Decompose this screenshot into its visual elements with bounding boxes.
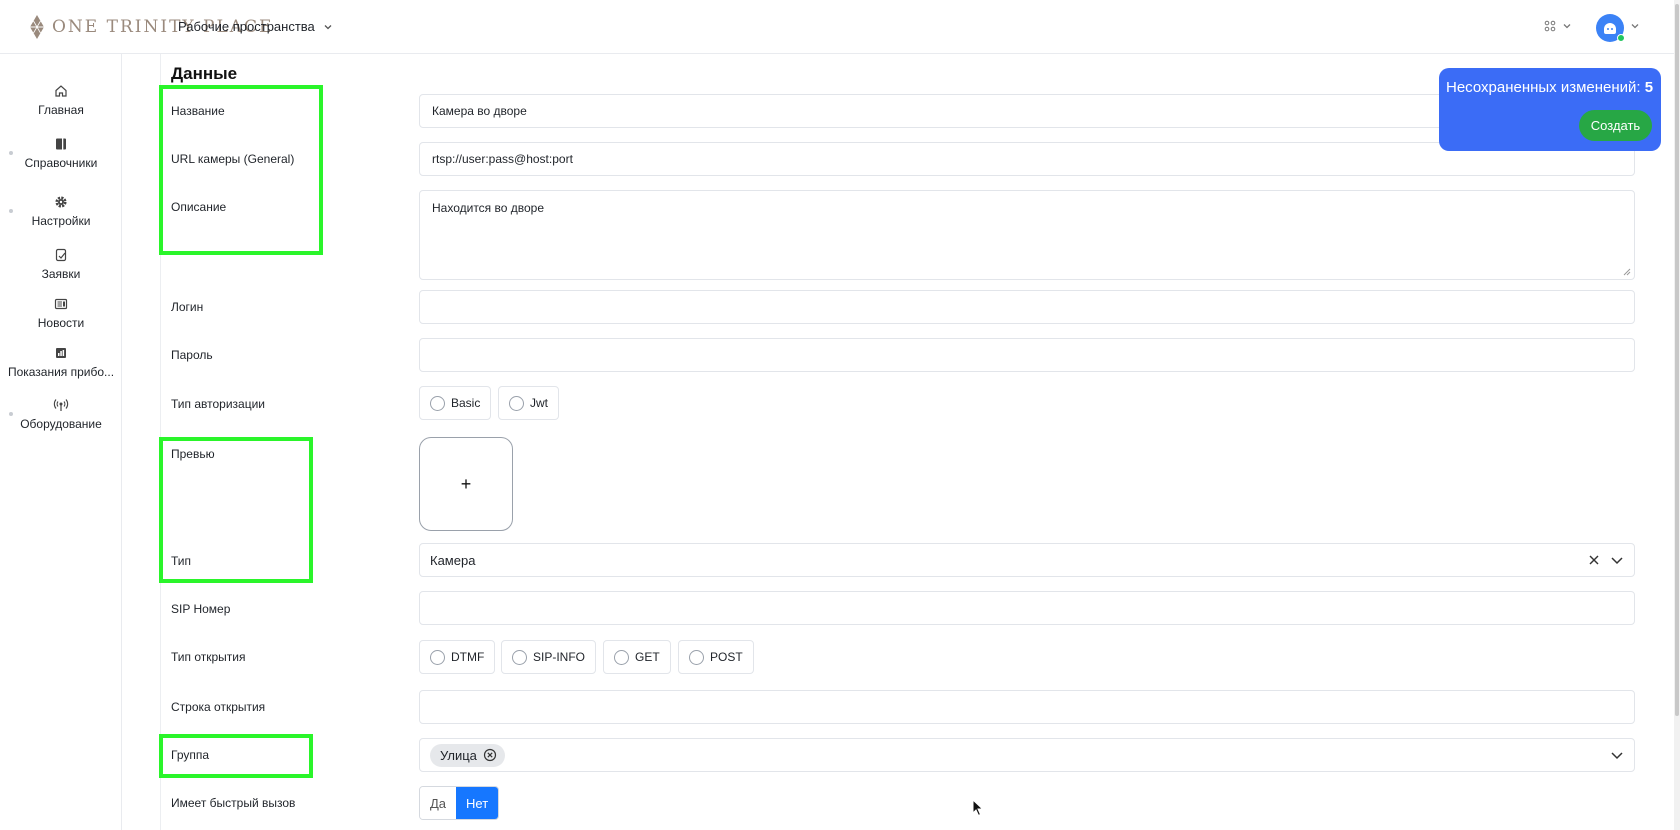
chevron-down-icon bbox=[324, 24, 332, 29]
open-option-post[interactable]: POST bbox=[678, 640, 754, 674]
login-field[interactable] bbox=[419, 290, 1635, 324]
sidebar-item-requests[interactable]: Заявки bbox=[0, 248, 122, 281]
unsaved-changes-text: Несохраненных изменений: 5 bbox=[1446, 79, 1653, 96]
sidebar-item-label: Новости bbox=[37, 316, 85, 330]
request-icon bbox=[55, 248, 67, 262]
description-label: Описание bbox=[171, 200, 227, 214]
antenna-icon bbox=[53, 399, 69, 411]
open-string-field[interactable] bbox=[419, 690, 1635, 724]
sidebar-item-label: Справочники bbox=[24, 156, 98, 170]
workspaces-dropdown[interactable]: Рабочие пространства bbox=[178, 19, 333, 34]
radio-label: POST bbox=[710, 650, 743, 664]
gear-icon bbox=[55, 196, 67, 208]
type-label: Тип bbox=[171, 554, 192, 568]
workspaces-label: Рабочие пространства bbox=[178, 19, 315, 34]
auth-option-basic[interactable]: Basic bbox=[419, 386, 492, 420]
chart-icon bbox=[56, 348, 66, 358]
scrollbar-thumb[interactable] bbox=[1675, 4, 1679, 716]
home-icon bbox=[55, 85, 67, 97]
chip-remove-icon[interactable] bbox=[483, 748, 497, 762]
sidebar-item-directories[interactable]: Справочники bbox=[0, 137, 122, 170]
section-title: Данные bbox=[171, 64, 238, 83]
sidebar-item-label: Главная bbox=[38, 103, 84, 117]
radio-circle bbox=[689, 649, 704, 665]
plus-icon: + bbox=[460, 473, 472, 494]
sidebar: Главная Справочники Настройки Заявки Нов… bbox=[0, 54, 122, 830]
name-label: Название bbox=[171, 104, 225, 118]
group-label: Группа bbox=[171, 748, 210, 762]
unsaved-count: 5 bbox=[1644, 79, 1654, 96]
auth-type-label: Тип авторизации bbox=[171, 397, 265, 411]
chevron-down-icon[interactable] bbox=[1610, 555, 1624, 565]
radio-label: DTMF bbox=[451, 650, 485, 664]
url-label: URL камеры (General) bbox=[171, 152, 295, 166]
sidebar-item-equipment[interactable]: Оборудование bbox=[0, 398, 122, 431]
sidebar-item-label: Настройки bbox=[31, 214, 91, 228]
auth-option-jwt[interactable]: Jwt bbox=[498, 386, 559, 420]
password-label: Пароль bbox=[171, 348, 213, 362]
radio-circle bbox=[509, 395, 524, 411]
sidebar-item-label: Показания прибо... bbox=[7, 365, 115, 379]
radio-circle bbox=[430, 649, 445, 665]
sidebar-item-label: Оборудование bbox=[20, 417, 102, 431]
chevron-down-icon bbox=[1631, 24, 1639, 29]
sip-field[interactable] bbox=[419, 591, 1635, 625]
create-button[interactable]: Создать bbox=[1579, 110, 1652, 141]
radio-circle bbox=[614, 649, 629, 665]
quick-call-label: Имеет быстрый вызов bbox=[171, 796, 296, 810]
apps-grid-icon bbox=[1544, 20, 1556, 32]
online-status-dot bbox=[1617, 34, 1625, 42]
preview-label: Превью bbox=[171, 447, 215, 461]
open-option-sip-info[interactable]: SIP-INFO bbox=[501, 640, 597, 674]
logo-diamond-icon bbox=[30, 15, 44, 39]
book-icon bbox=[56, 138, 66, 150]
open-option-get[interactable]: GET bbox=[603, 640, 671, 674]
password-field[interactable] bbox=[419, 338, 1635, 372]
sidebar-item-meter-readings[interactable]: Показания прибо... bbox=[0, 346, 122, 379]
radio-label: Basic bbox=[451, 396, 481, 410]
open-type-label: Тип открытия bbox=[171, 650, 246, 664]
radio-label: GET bbox=[635, 650, 660, 664]
group-chip[interactable]: Улица bbox=[430, 743, 505, 767]
sip-label: SIP Номер bbox=[171, 602, 231, 616]
app-window: ONE TRINITY PLACE Рабочие пространства Г… bbox=[0, 0, 1680, 830]
chevron-down-icon bbox=[1563, 24, 1571, 29]
unsaved-label: Несохраненных изменений: bbox=[1446, 79, 1641, 96]
radio-label: Jwt bbox=[530, 396, 548, 410]
apps-menu-button[interactable] bbox=[1544, 20, 1572, 32]
group-select[interactable]: Улица bbox=[419, 738, 1635, 772]
resize-handle-icon[interactable] bbox=[1623, 268, 1631, 276]
quick-call-no[interactable]: Нет bbox=[456, 787, 499, 819]
news-icon bbox=[54, 298, 68, 310]
name-value: Камера во дворе bbox=[432, 104, 527, 118]
radio-circle bbox=[512, 649, 527, 665]
description-textarea[interactable]: Находится во дворе bbox=[419, 190, 1635, 280]
chevron-down-icon[interactable] bbox=[1610, 750, 1624, 760]
quick-call-yes[interactable]: Да bbox=[420, 787, 457, 819]
sidebar-item-settings[interactable]: Настройки bbox=[0, 195, 122, 228]
description-value: Находится во дворе bbox=[432, 201, 545, 215]
chip-label: Улица bbox=[440, 747, 477, 763]
url-value: rtsp://user:pass@host:port bbox=[432, 152, 573, 166]
sidebar-item-home[interactable]: Главная bbox=[0, 84, 122, 117]
sidebar-item-news[interactable]: Новости bbox=[0, 297, 122, 330]
mouse-cursor-icon bbox=[972, 799, 984, 817]
radio-label: SIP-INFO bbox=[533, 650, 586, 664]
preview-upload-button[interactable]: + bbox=[419, 437, 513, 531]
user-avatar-icon bbox=[1604, 23, 1616, 34]
open-option-dtmf[interactable]: DTMF bbox=[419, 640, 496, 674]
quick-call-toggle: Да Нет bbox=[419, 786, 500, 820]
type-select[interactable]: Камера bbox=[419, 543, 1635, 577]
sidebar-item-label: Заявки bbox=[41, 267, 81, 281]
top-header: ONE TRINITY PLACE Рабочие пространства bbox=[0, 0, 1674, 54]
radio-circle bbox=[430, 395, 445, 411]
clear-icon[interactable] bbox=[1588, 554, 1600, 566]
type-value: Камера bbox=[430, 552, 476, 568]
login-label: Логин bbox=[171, 300, 204, 314]
open-string-label: Строка открытия bbox=[171, 700, 266, 714]
avatar-menu-chevron[interactable] bbox=[1630, 21, 1640, 34]
